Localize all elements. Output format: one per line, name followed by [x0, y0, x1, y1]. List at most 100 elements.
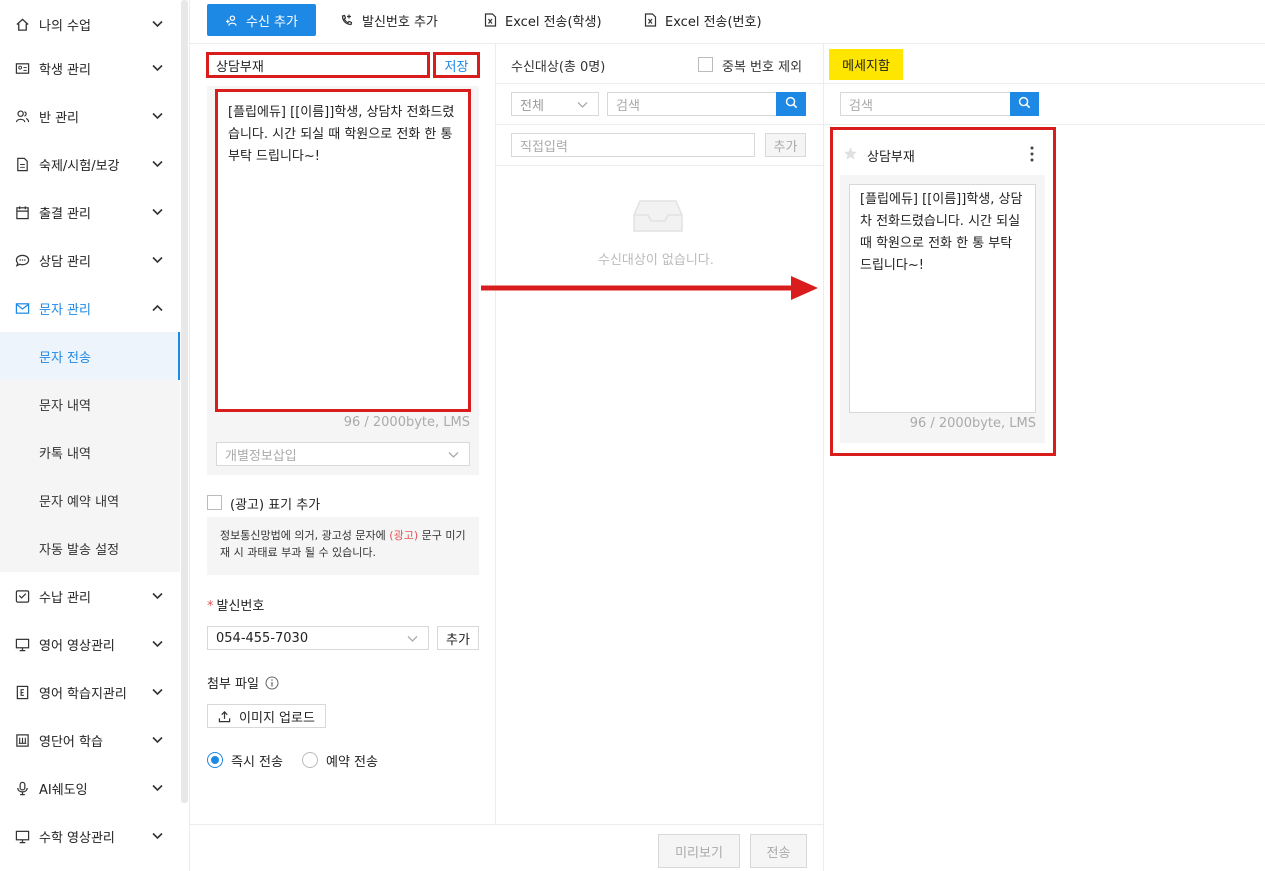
sidebar-item-payment[interactable]: 수납 관리 [0, 572, 180, 620]
divider [495, 44, 496, 824]
recipient-search-button[interactable] [776, 92, 806, 116]
recipient-search-input[interactable]: 검색 [607, 92, 777, 116]
chevron-down-icon [151, 830, 163, 842]
chevron-down-icon [151, 62, 163, 74]
sender-number-select[interactable]: 054-455-7030 [207, 626, 429, 650]
send-reserved-radio[interactable] [302, 752, 318, 768]
sidebar-item-ai-shadowing[interactable]: AI쉐도잉 [0, 764, 180, 812]
mail-icon [14, 300, 30, 316]
divider [824, 83, 1265, 84]
divider [824, 124, 1265, 125]
sidebar-subitem-reserved-history[interactable]: 문자 예약 내역 [0, 476, 180, 524]
sidebar-item-label: 학생 관리 [39, 62, 91, 78]
sidebar-subitem-label: 문자 예약 내역 [39, 494, 120, 510]
message-box-search-input[interactable]: 검색 [840, 92, 1011, 116]
add-sender-button[interactable]: 발신번호 추가 [340, 4, 438, 36]
ad-checkbox[interactable] [207, 495, 222, 510]
excel-file-icon [484, 13, 497, 27]
sidebar-item-math-video[interactable]: 수학 영상관리 [0, 812, 180, 860]
recipient-scope-value: 전체 [520, 98, 544, 114]
excel-send-student-button[interactable]: Excel 전송(학생) [484, 4, 602, 36]
sidebar-item-homework[interactable]: 숙제/시험/보강 [0, 140, 180, 188]
id-card-icon [14, 60, 30, 76]
chevron-down-icon [151, 254, 163, 266]
monitor-icon [14, 828, 30, 844]
save-button[interactable]: 저장 [433, 52, 480, 78]
preview-button[interactable]: 미리보기 [658, 834, 740, 868]
star-icon[interactable] [843, 146, 858, 165]
sender-number-value: 054-455-7030 [216, 630, 309, 646]
sidebar-scrollbar[interactable] [181, 0, 188, 803]
sidebar-item-english-worksheet[interactable]: 영어 학습지관리 [0, 668, 180, 716]
users-icon [14, 108, 30, 124]
arrow-right-icon [481, 274, 821, 306]
sidebar-subitem-auto-send[interactable]: 자동 발송 설정 [0, 524, 180, 572]
card-message-text: [플립에듀] [[이름]]학생, 상담차 전화드렸습니다. 시간 되실 때 학원… [849, 184, 1036, 413]
exclude-duplicate-checkbox[interactable] [698, 57, 713, 72]
sidebar-subitem-label: 문자 전송 [39, 350, 91, 366]
direct-add-button[interactable]: 추가 [765, 133, 806, 157]
personal-info-placeholder: 개별정보삽입 [225, 448, 297, 464]
recipients-title: 수신대상(총 0명) [511, 60, 606, 75]
divider [496, 83, 823, 84]
sidebar: 나의 수업 학생 관리 반 관리 숙제/시험/보강 출결 관리 상담 관리 문자… [0, 0, 180, 871]
sender-add-button[interactable]: 추가 [437, 626, 479, 650]
chevron-down-icon [151, 110, 163, 122]
ad-notice: 정보통신망법에 의거, 광고성 문자에 (광고) 문구 미기재 시 과태료 부과… [207, 517, 479, 575]
message-textarea[interactable]: [플립에듀] [[이름]]학생, 상담차 전화드렸습니다. 시간 되실 때 학원… [215, 89, 471, 412]
monitor-icon [14, 636, 30, 652]
message-box-search-button[interactable] [1010, 92, 1039, 116]
personal-info-select[interactable]: 개별정보삽입 [216, 442, 470, 466]
chevron-down-icon [407, 632, 418, 647]
sidebar-item-label: 문자 관리 [39, 302, 91, 318]
sidebar-item-label: 나의 수업 [39, 18, 91, 34]
phone-add-icon [340, 13, 354, 27]
card-byte-count: 96 / 2000byte, LMS [909, 416, 1036, 431]
direct-number-input[interactable]: 직접입력 [511, 133, 755, 157]
excel-file-icon [644, 13, 657, 27]
sidebar-subitem-sms-send[interactable]: 문자 전송 [0, 332, 180, 380]
divider [823, 44, 824, 871]
chevron-down-icon [151, 590, 163, 602]
send-now-radio[interactable] [207, 752, 223, 768]
sender-number-label: * 발신번호 [207, 595, 264, 614]
sidebar-item-sms[interactable]: 문자 관리 [0, 284, 180, 332]
card-title: 상담부재 [867, 150, 915, 165]
chevron-down-icon [151, 686, 163, 698]
sidebar-item-classes[interactable]: 반 관리 [0, 92, 180, 140]
excel-send-number-label: Excel 전송(번호) [665, 14, 762, 30]
sidebar-subitem-sms-history[interactable]: 문자 내역 [0, 380, 180, 428]
add-recipient-button[interactable]: 수신 추가 [207, 4, 316, 36]
chevron-down-icon [151, 734, 163, 746]
sidebar-item-label: 영어 영상관리 [39, 638, 115, 654]
empty-recipients-text: 수신대상이 없습니다. [598, 253, 714, 268]
image-upload-button[interactable]: 이미지 업로드 [207, 704, 326, 728]
sidebar-item-english-video[interactable]: 영어 영상관리 [0, 620, 180, 668]
ad-notice-highlight: (광고) [389, 529, 419, 542]
send-button[interactable]: 전송 [750, 834, 807, 868]
image-upload-label: 이미지 업로드 [239, 710, 315, 726]
book-e-icon [14, 684, 30, 700]
search-icon [1018, 96, 1031, 113]
sidebar-item-vocabulary[interactable]: 영단어 학습 [0, 716, 180, 764]
recipient-scope-select[interactable]: 전체 [511, 92, 599, 116]
excel-send-number-button[interactable]: Excel 전송(번호) [644, 4, 762, 36]
inbox-icon [14, 588, 30, 604]
divider [496, 165, 823, 166]
sidebar-item-label: 숙제/시험/보강 [39, 158, 120, 174]
send-reserved-label: 예약 전송 [326, 755, 378, 770]
sidebar-subitem-kakao-history[interactable]: 카톡 내역 [0, 428, 180, 476]
sidebar-item-counseling[interactable]: 상담 관리 [0, 236, 180, 284]
info-icon[interactable] [265, 676, 279, 690]
message-title-input[interactable]: 상담부재 [206, 52, 430, 78]
attachment-label-text: 첨부 파일 [207, 677, 259, 692]
sidebar-item-attendance[interactable]: 출결 관리 [0, 188, 180, 236]
mic-icon [14, 780, 30, 796]
sidebar-item-label: 영어 학습지관리 [39, 686, 127, 702]
chevron-down-icon [448, 448, 459, 463]
more-vertical-icon[interactable] [1028, 145, 1036, 167]
message-box-tab[interactable]: 메세지함 [829, 49, 903, 80]
sidebar-item-students[interactable]: 학생 관리 [0, 44, 180, 92]
sidebar-item-my-class[interactable]: 나의 수업 [0, 0, 180, 48]
excel-send-student-label: Excel 전송(학생) [505, 14, 602, 30]
